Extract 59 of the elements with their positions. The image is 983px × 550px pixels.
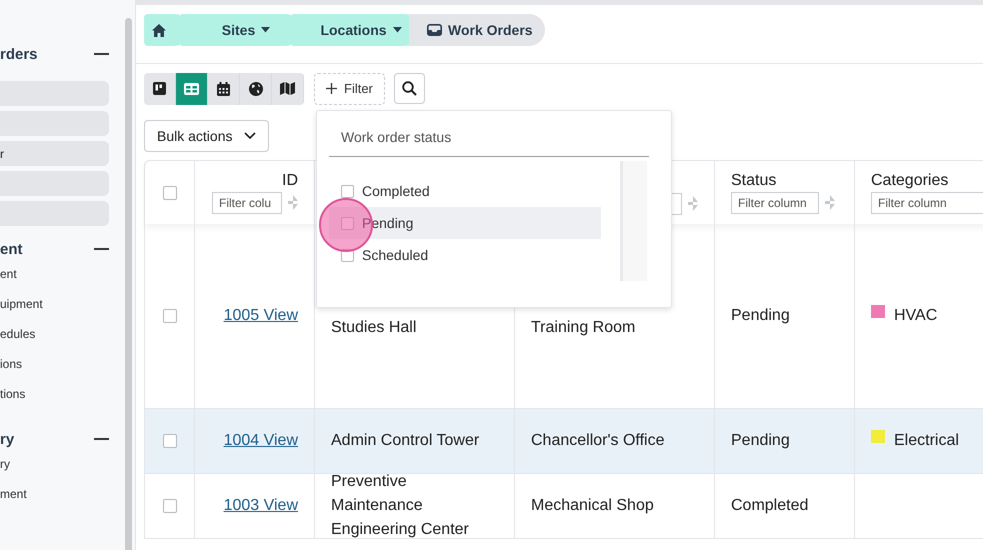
section-title: ent [0,240,22,258]
bulk-actions-dropdown[interactable]: Bulk actions [144,120,270,152]
work-order-link[interactable]: 1003 View [224,494,298,518]
row-checkbox[interactable] [162,309,176,323]
table-cell-text: Pending [731,431,790,451]
nav-link[interactable]: tions [0,386,118,416]
category-label: Electrical [894,431,959,451]
column-filter-field[interactable]: Filter column [731,192,819,214]
chevron-down-icon [244,132,256,140]
nav-link[interactable]: ry [0,456,118,486]
table-cell-text: Admin Control Tower [331,431,480,451]
nav-item[interactable]: r [0,141,109,166]
option-checkbox[interactable] [341,184,354,198]
globe-icon [248,82,262,96]
map-icon [280,82,295,95]
table-cell-text: Preventive Maintenance Engineering Center [331,472,470,540]
nav-link[interactable]: ions [0,356,118,386]
status-option[interactable]: Completed [329,175,601,207]
table-icon [184,82,199,94]
table-cell-text: Chancellor's Office [531,431,664,451]
nav-link[interactable]: ent [0,266,118,296]
table-cell-text: Studies Hall [331,318,416,338]
row-checkbox[interactable] [162,434,176,448]
nav-link[interactable]: edules [0,326,118,356]
popup-title: Work order status [329,129,649,157]
table-cell-text: Completed [731,496,808,516]
column-header[interactable]: Categories [871,172,983,190]
row-checkbox[interactable] [162,499,176,513]
board-icon [153,82,166,95]
breadcrumb-current: Work Orders [409,14,545,46]
category-label: HVAC [894,306,938,326]
search-icon [402,81,417,96]
column-header[interactable]: ID [282,172,298,190]
section-title: ry [0,430,14,448]
nav-link[interactable]: uipment [0,296,118,326]
home-icon [152,24,166,36]
search-button[interactable] [394,73,425,104]
work-order-link[interactable]: 1004 View [224,429,298,453]
calendar-icon [217,82,230,96]
work-order-link[interactable]: 1005 View [224,304,298,328]
view-button[interactable] [144,72,176,104]
table-cell-text: Pending [731,306,790,326]
option-checkbox[interactable] [341,248,354,262]
table-cell-text: Mechanical Shop [531,496,654,516]
column-filter-field[interactable]: Filter column [871,192,983,214]
inbox-icon [427,24,442,36]
caret-icon [392,27,402,33]
nav-link[interactable]: ment [0,486,118,516]
option-checkbox[interactable] [341,216,354,230]
section-title: rders [0,46,38,62]
caret-icon [261,27,270,33]
table-cell-text: Training Room [531,318,636,338]
scrollbar[interactable] [125,18,132,550]
filter-button[interactable]: Filter [314,72,385,104]
select-all-checkbox[interactable] [162,186,176,200]
column-header[interactable]: Status [731,172,838,190]
plus-icon [326,83,337,94]
status-option[interactable]: Scheduled [329,239,601,271]
column-filter-field[interactable]: Filter colu [212,192,282,214]
